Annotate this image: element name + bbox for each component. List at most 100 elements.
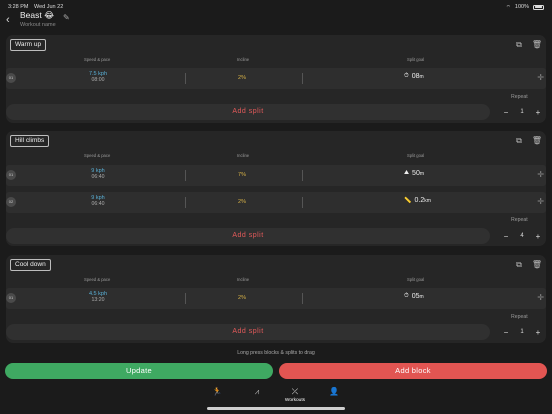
pace-value: 08:00: [91, 77, 105, 83]
split-incline[interactable]: 2%: [232, 295, 252, 301]
status-bar: 3:28 PM Wed Jun 22 ⌔ 100%: [8, 2, 544, 12]
tab-run[interactable]: 🏃: [202, 387, 232, 396]
add-split-button[interactable]: Add split: [6, 228, 490, 244]
add-split-button[interactable]: Add split: [6, 104, 490, 120]
wifi-icon: ⌔: [505, 4, 511, 11]
split-incline[interactable]: 2%: [232, 199, 252, 205]
repeat-label: Repeat: [511, 314, 528, 320]
header-speed: Speed & pace: [84, 57, 111, 62]
minus-icon[interactable]: −: [500, 108, 512, 117]
split-row[interactable]: 01 7.5 kph 08:00 2% ⏱ 08m ✛: [6, 68, 546, 89]
plus-icon[interactable]: +: [532, 328, 544, 337]
repeat-label: Repeat: [511, 94, 528, 100]
divider: [185, 170, 186, 181]
copy-icon[interactable]: ⧉: [513, 135, 525, 147]
block-hill-climbs[interactable]: Hill climbs ⧉ 🗑 Speed & pace Incline Spl…: [6, 131, 546, 246]
drag-handle-icon[interactable]: ✛: [537, 170, 544, 179]
add-split-button[interactable]: Add split: [6, 324, 490, 340]
repeat-value: 1: [520, 109, 524, 115]
edit-pencil-icon[interactable]: ✎: [63, 13, 70, 22]
copy-icon[interactable]: ⧉: [513, 259, 525, 271]
goal-value: 0.2: [414, 197, 425, 204]
profile-settings-icon: 👤: [329, 387, 339, 396]
split-row[interactable]: 02 9 kph 06:40 2% 📏 0.2km ✛: [6, 192, 546, 213]
split-index: 01: [6, 73, 16, 83]
repeat-label: Repeat: [511, 217, 528, 223]
repeat-stepper[interactable]: − 1 +: [500, 104, 544, 120]
tab-workouts[interactable]: ⤫ Workouts: [280, 387, 310, 403]
run-icon: 🏃: [212, 387, 222, 396]
split-row[interactable]: 01 9 kph 06:40 7% ⛰ 50m ✛: [6, 165, 546, 186]
header-speed: Speed & pace: [84, 153, 111, 158]
update-button[interactable]: Update: [5, 363, 273, 379]
split-speed[interactable]: 4.5 kph 13:20: [78, 291, 118, 303]
goal-unit: km: [424, 198, 431, 204]
split-goal[interactable]: ⏱ 05m: [404, 293, 424, 300]
repeat-value: 1: [520, 329, 524, 335]
divider: [302, 170, 303, 181]
header-goal: Split goal: [407, 153, 425, 158]
minus-icon[interactable]: −: [500, 328, 512, 337]
pace-value: 06:40: [91, 201, 105, 207]
ruler-icon: 📏: [404, 198, 412, 204]
workout-title[interactable]: Beast 😂: [20, 10, 54, 21]
split-incline[interactable]: 2%: [232, 75, 252, 81]
split-goal[interactable]: ⏱ 08m: [404, 73, 424, 80]
minus-icon[interactable]: −: [500, 232, 512, 241]
divider: [302, 197, 303, 208]
goal-value: 50: [412, 170, 420, 177]
add-block-button[interactable]: Add block: [279, 363, 547, 379]
back-chevron-icon[interactable]: ‹: [6, 13, 16, 27]
trash-icon[interactable]: 🗑: [531, 259, 543, 271]
header-incline: Incline: [237, 57, 250, 62]
timer-icon: ⏱: [404, 293, 409, 299]
block-warm-up[interactable]: Warm up ⧉ 🗑 Speed & pace Incline Split g…: [6, 35, 546, 123]
copy-icon[interactable]: ⧉: [513, 39, 525, 51]
plus-icon[interactable]: +: [532, 232, 544, 241]
workouts-icon: ⤫: [291, 387, 299, 396]
split-speed[interactable]: 9 kph 06:40: [78, 195, 118, 207]
battery-percent: 100%: [514, 4, 529, 10]
repeat-value: 4: [520, 233, 524, 239]
split-index: 01: [6, 170, 16, 180]
split-index: 01: [6, 293, 16, 303]
pace-value: 06:40: [91, 174, 105, 180]
header-speed: Speed & pace: [84, 277, 111, 282]
repeat-stepper[interactable]: − 4 +: [500, 228, 544, 244]
split-speed[interactable]: 7.5 kph 08:00: [78, 71, 118, 83]
plus-icon[interactable]: +: [532, 108, 544, 117]
header-incline: Incline: [237, 153, 250, 158]
trash-icon[interactable]: 🗑: [531, 135, 543, 147]
block-name[interactable]: Warm up: [10, 39, 47, 51]
timer-icon: ⏱: [404, 73, 409, 79]
divider: [185, 197, 186, 208]
pace-value: 13:20: [91, 297, 105, 303]
repeat-stepper[interactable]: − 1 +: [500, 324, 544, 340]
tab-profile[interactable]: 👤: [319, 387, 349, 396]
block-name[interactable]: Cool down: [10, 259, 51, 271]
split-incline[interactable]: 7%: [232, 172, 252, 178]
home-indicator: [207, 407, 345, 410]
battery-icon: [533, 4, 544, 10]
split-index: 02: [6, 197, 16, 207]
split-speed[interactable]: 9 kph 06:40: [78, 168, 118, 180]
header-goal: Split goal: [407, 277, 425, 282]
trash-icon[interactable]: 🗑: [531, 39, 543, 51]
drag-handle-icon[interactable]: ✛: [537, 197, 544, 206]
drag-handle-icon[interactable]: ✛: [537, 73, 544, 82]
divider: [302, 293, 303, 304]
tab-workouts-label: Workouts: [284, 398, 306, 403]
goal-unit: m: [419, 171, 425, 177]
tab-stats[interactable]: ⩘: [242, 387, 272, 397]
drag-hint: Long press blocks & splits to drag: [237, 350, 315, 356]
split-goal[interactable]: 📏 0.2km: [404, 197, 431, 204]
block-cool-down[interactable]: Cool down ⧉ 🗑 Speed & pace Incline Split…: [6, 255, 546, 343]
goal-unit: m: [419, 294, 424, 300]
block-name[interactable]: Hill climbs: [10, 135, 50, 147]
divider: [185, 73, 186, 84]
split-row[interactable]: 01 4.5 kph 13:20 2% ⏱ 05m ✛: [6, 288, 546, 309]
drag-handle-icon[interactable]: ✛: [537, 293, 544, 302]
goal-unit: m: [419, 74, 424, 80]
divider: [302, 73, 303, 84]
split-goal[interactable]: ⛰ 50m: [404, 170, 424, 177]
